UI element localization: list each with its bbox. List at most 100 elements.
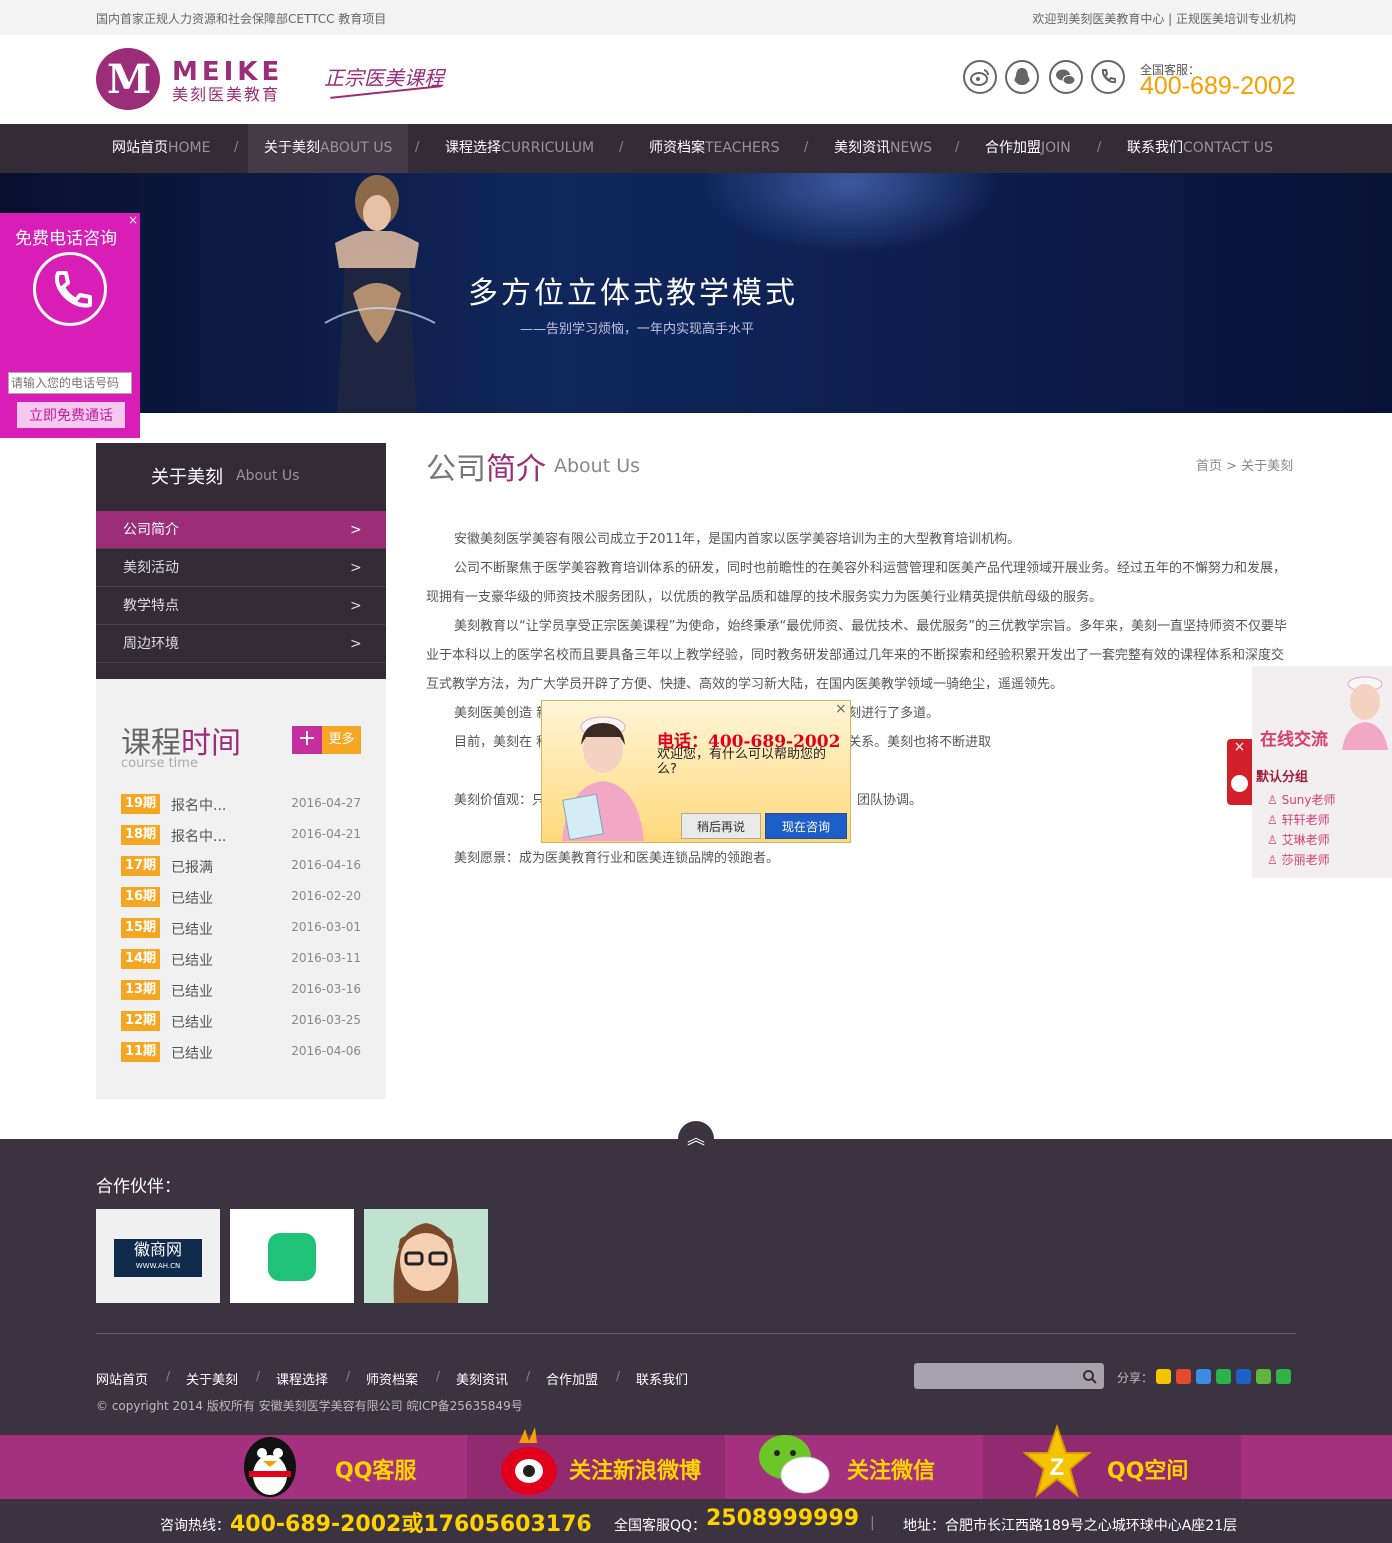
sidebar-item-activities[interactable]: 美刻活动 > — [96, 549, 386, 587]
footer-link-news[interactable]: 美刻资讯 — [456, 1369, 508, 1388]
footer-search-input[interactable] — [914, 1363, 1104, 1389]
course-row[interactable]: 19期 报名中... 2016-04-27 — [121, 794, 361, 816]
back-to-top-icon[interactable]: ︽ — [678, 1121, 714, 1157]
qzone-star-icon: Z — [1023, 1423, 1091, 1498]
search-icon[interactable] — [1082, 1369, 1098, 1385]
course-date: 2016-04-06 — [291, 1044, 361, 1058]
footer-link-contact[interactable]: 联系我们 — [636, 1369, 688, 1388]
share-qzone-icon[interactable] — [1156, 1369, 1171, 1384]
nav-about[interactable]: 关于美刻ABOUT US — [248, 124, 409, 173]
phone-icon[interactable] — [1091, 60, 1125, 94]
footer-link-sep: / — [616, 1369, 621, 1383]
course-row[interactable]: 17期 已报满 2016-04-16 — [121, 856, 361, 878]
course-term-badge: 15期 — [121, 918, 160, 938]
nav-join[interactable]: 合作加盟JOIN — [985, 124, 1071, 173]
nav-separator: / — [1097, 140, 1102, 155]
share-more-icon[interactable] — [1276, 1369, 1291, 1384]
share-tencent-icon[interactable] — [1196, 1369, 1211, 1384]
footer-link-join[interactable]: 合作加盟 — [546, 1369, 598, 1388]
plus-icon[interactable]: + — [292, 726, 322, 754]
chat-agent[interactable]: ♙ Suny老师 — [1267, 791, 1336, 808]
weibo-follow-cell[interactable]: 关注新浪微博 — [467, 1427, 725, 1499]
svg-text:Z: Z — [1050, 1454, 1065, 1481]
nav-home[interactable]: 网站首页HOME — [112, 124, 210, 173]
course-row[interactable]: 11期 已结业 2016-04-06 — [121, 1042, 361, 1064]
consult-now-button[interactable]: 现在咨询 — [765, 813, 847, 839]
sidebar-item-environment[interactable]: 周边环境 > — [96, 625, 386, 663]
share-weibo-icon[interactable] — [1176, 1369, 1191, 1384]
qq-icon[interactable] — [1005, 60, 1039, 94]
service-phone[interactable]: 400-689-2002 — [1140, 72, 1296, 101]
sidebar-title: 关于美刻 — [151, 467, 223, 488]
chat-close-tab[interactable]: × — [1227, 739, 1252, 805]
course-term-badge: 19期 — [121, 794, 160, 814]
course-row[interactable]: 13期 已结业 2016-03-16 — [121, 980, 361, 1002]
close-icon[interactable]: × — [835, 701, 847, 717]
footer-link-about[interactable]: 关于美刻 — [186, 1369, 238, 1388]
sidebar-item-features[interactable]: 教学特点 > — [96, 587, 386, 625]
chevron-right-icon: > — [350, 598, 362, 614]
breadcrumb[interactable]: 首页 > 关于美刻 — [1196, 455, 1293, 474]
chat-agent[interactable]: ♙ 轩轩老师 — [1267, 811, 1330, 828]
nav-teachers[interactable]: 师资档案TEACHERS — [649, 124, 780, 173]
sidebar-item-intro[interactable]: 公司简介 > — [96, 511, 386, 549]
qzone-label: QQ空间 — [1107, 1459, 1189, 1484]
later-button[interactable]: 稍后再说 — [681, 813, 761, 839]
footer-link-curriculum[interactable]: 课程选择 — [276, 1369, 328, 1388]
nav-contact[interactable]: 联系我们CONTACT US — [1127, 124, 1273, 173]
course-row[interactable]: 12期 已结业 2016-03-25 — [121, 1011, 361, 1033]
close-icon[interactable]: × — [128, 213, 138, 227]
course-row[interactable]: 16期 已结业 2016-02-20 — [121, 887, 361, 909]
chat-agent[interactable]: ♙ 莎丽老师 — [1267, 851, 1330, 868]
hotline-value[interactable]: 400-689-2002或17605603176 — [230, 1506, 592, 1538]
qq-service-label: QQ客服 — [335, 1459, 417, 1484]
logo-icon[interactable]: M — [96, 48, 160, 110]
nav-curriculum[interactable]: 课程选择CURRICULUM — [445, 124, 594, 173]
logo-cn[interactable]: 美刻医美教育 — [172, 81, 280, 105]
top-bar-right-text: 欢迎到美刻医美教育中心 | 正规医美培训专业机构 — [1032, 12, 1296, 26]
partner-logo-subtext: WWW.AH.CN — [135, 1262, 181, 1270]
partner-logo-huishang[interactable]: 徽商网 WWW.AH.CN — [96, 1209, 220, 1303]
course-term-badge: 14期 — [121, 949, 160, 969]
course-date: 2016-03-16 — [291, 982, 361, 996]
top-bar-left-text: 国内首家正规人力资源和社会保障部CETTCC 教育项目 — [96, 12, 387, 26]
footer-link-home[interactable]: 网站首页 — [96, 1369, 148, 1388]
sidebar-item-label: 教学特点 — [123, 598, 179, 614]
share-renren-icon[interactable] — [1236, 1369, 1251, 1384]
article-paragraph: 美刻愿景：成为医美教育行业和医美连锁品牌的领跑者。 — [454, 851, 780, 866]
weibo-follow-label: 关注新浪微博 — [569, 1459, 702, 1484]
footer-divider — [96, 1333, 1296, 1334]
footer-link-teachers[interactable]: 师资档案 — [366, 1369, 418, 1388]
phone-number-input[interactable] — [8, 372, 132, 394]
weibo-logo-icon — [501, 1427, 557, 1495]
address-text: 地址：合肥市长江西路189号之心城环球中心A座21层 — [903, 1518, 1238, 1534]
banner-title: 多方位立体式教学模式 — [468, 276, 798, 311]
hero-banner[interactable]: 多方位立体式教学模式 ——告别学习烦恼，一年内实现高手水平 — [0, 173, 1392, 413]
partner-logo-text: 徽商网 — [133, 1240, 182, 1259]
nav-contact-en: CONTACT US — [1183, 140, 1273, 156]
more-button[interactable]: 更多 — [322, 726, 361, 754]
course-row[interactable]: 18期 报名中... 2016-04-21 — [121, 825, 361, 847]
course-date: 2016-03-11 — [291, 951, 361, 965]
close-icon[interactable]: × — [1227, 739, 1252, 755]
qzone-cell[interactable]: Z QQ空间 — [983, 1423, 1241, 1499]
partner-logo-store[interactable] — [230, 1209, 354, 1303]
course-date: 2016-03-01 — [291, 920, 361, 934]
wechat-icon[interactable] — [1049, 60, 1083, 94]
share-wechat-icon[interactable] — [1216, 1369, 1231, 1384]
course-row[interactable]: 15期 已结业 2016-03-01 — [121, 918, 361, 940]
chat-agent[interactable]: ♙ 艾琳老师 — [1267, 831, 1330, 848]
course-status: 已结业 — [171, 1046, 213, 1062]
qq-service-cell[interactable]: QQ客服 — [209, 1435, 467, 1499]
course-row[interactable]: 14期 已结业 2016-03-11 — [121, 949, 361, 971]
qq-value[interactable]: 2508999999 — [706, 1506, 859, 1531]
weibo-icon[interactable] — [963, 60, 997, 94]
free-call-button[interactable]: 立即免费通话 — [17, 402, 125, 428]
nav-news[interactable]: 美刻资讯NEWS — [834, 124, 932, 173]
chat-agent-name: 艾琳老师 — [1281, 833, 1330, 847]
course-date: 2016-04-16 — [291, 858, 361, 872]
share-kaixin-icon[interactable] — [1256, 1369, 1271, 1384]
course-status: 已结业 — [171, 891, 213, 907]
wechat-follow-cell[interactable]: 关注微信 — [725, 1435, 983, 1499]
partner-logo-avatar[interactable] — [364, 1209, 488, 1303]
